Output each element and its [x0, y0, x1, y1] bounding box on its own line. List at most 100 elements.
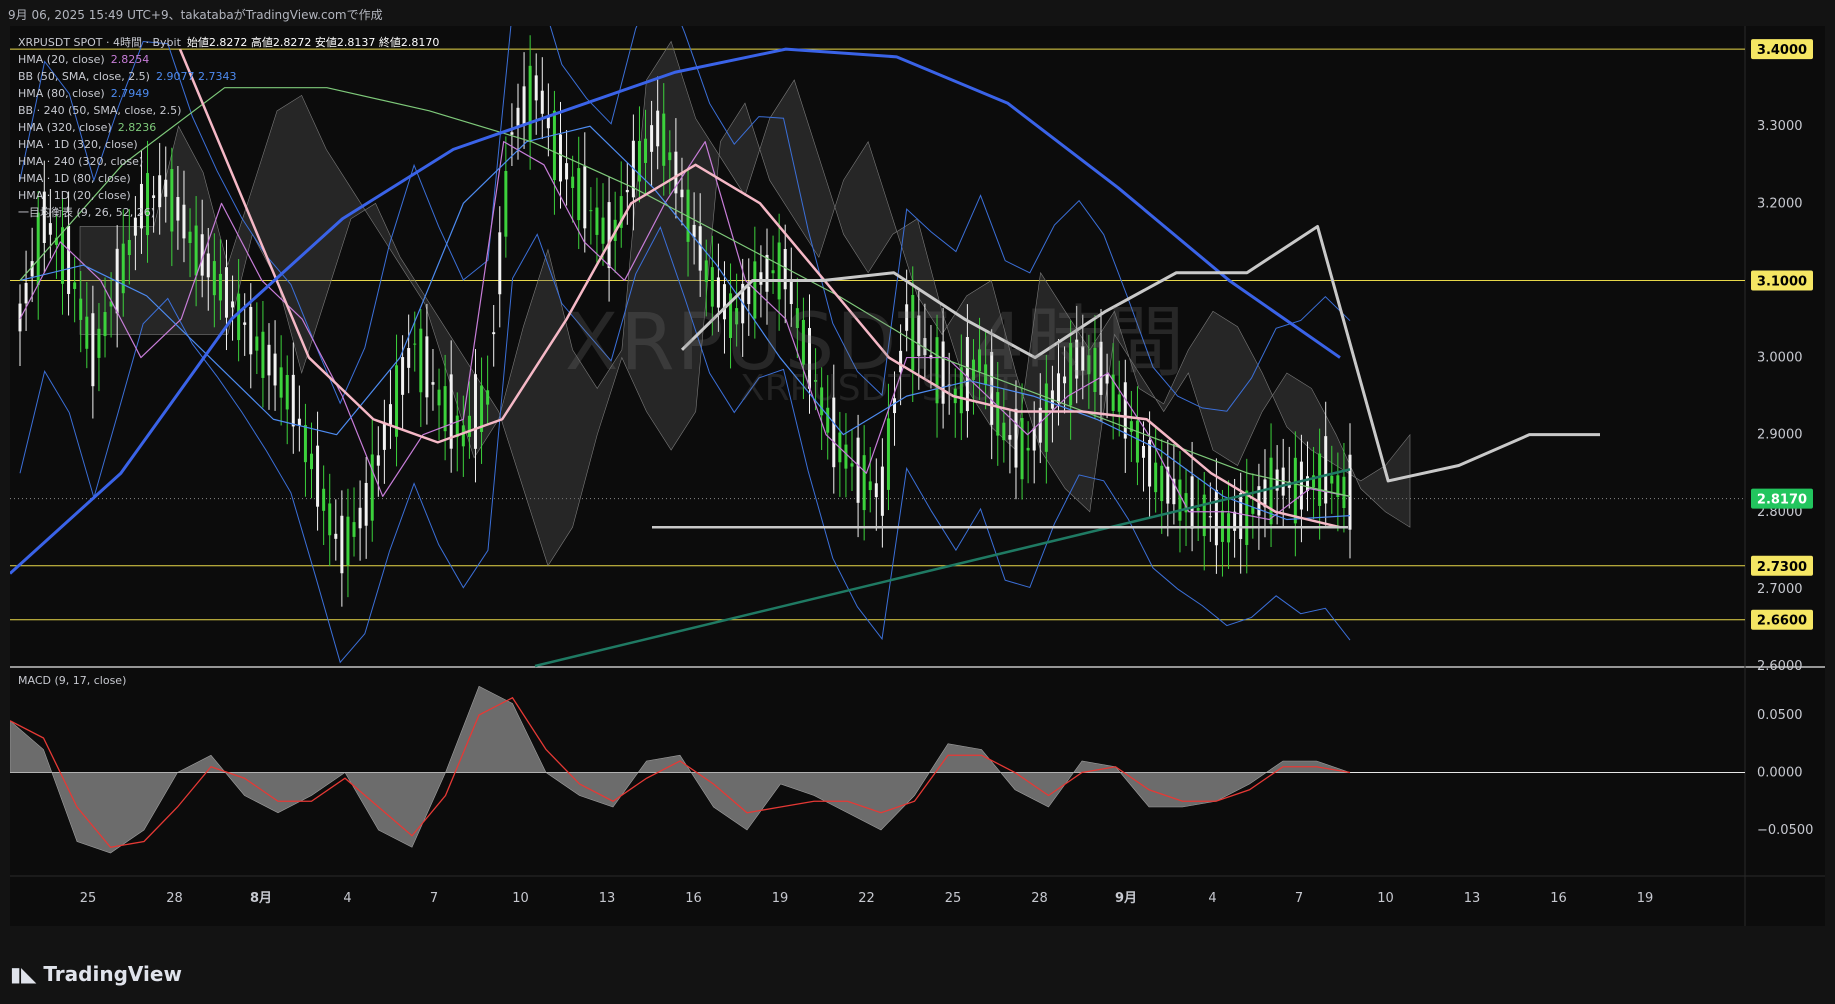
candle-body [1178, 479, 1182, 521]
candle-body [48, 223, 52, 235]
legend-row[interactable]: HMA (20, close) 2.8254 [18, 51, 439, 68]
candle-body [1196, 508, 1200, 511]
candle-body [668, 152, 672, 161]
candle-body [419, 328, 423, 393]
candle-body [346, 516, 350, 566]
watermark-sub: XRPUSDT SPOT [740, 368, 1017, 409]
candle-body [303, 425, 307, 463]
legend-label: XRPUSDT SPOT · 4時間 · Bybit [18, 36, 181, 49]
legend-label: HMA · 240 (320, close) [18, 155, 144, 168]
legend-row[interactable]: HMA · 240 (320, close) [18, 153, 439, 170]
candle-body [127, 239, 131, 256]
candle-body [328, 503, 332, 536]
candle-body [310, 453, 314, 470]
tradingview-logo-icon: ▮◣ [10, 962, 37, 986]
candle-body [85, 316, 89, 349]
candle-body [565, 163, 569, 180]
candle-body [103, 312, 107, 337]
candle-body [443, 386, 447, 432]
legend-row[interactable]: 一目均衡表 (9, 26, 52, 26) [18, 204, 439, 221]
macd-histogram [9, 685, 1351, 854]
time-axis-label: 13 [599, 891, 616, 906]
legend-row[interactable]: HMA (320, close) 2.8236 [18, 119, 439, 136]
candle-body [97, 328, 101, 358]
candle-body [662, 113, 666, 166]
price-axis-tick: 3.0000 [1757, 351, 1803, 366]
candle-body [1214, 489, 1218, 546]
candle-body [437, 389, 441, 406]
candle-body [656, 110, 660, 147]
legend-label: HMA · 1D (80, close) [18, 172, 131, 185]
candle-body [291, 374, 295, 427]
candle-body [1038, 407, 1042, 443]
candle-body [844, 444, 848, 469]
candle-body [680, 189, 684, 198]
candle-body [1342, 476, 1346, 509]
macd-label: MACD (9, 17, close) [18, 674, 127, 687]
candle-body [595, 207, 599, 235]
candle-body [516, 107, 520, 126]
time-axis-label: 28 [166, 891, 183, 906]
legend-row[interactable]: HMA (80, close) 2.7949 [18, 85, 439, 102]
price-axis-tick: 2.6000 [1757, 659, 1803, 674]
candle-body [79, 298, 83, 320]
candle-body [413, 343, 417, 345]
candle-body [73, 282, 77, 289]
candle-body [261, 331, 265, 378]
candle-body [1135, 420, 1139, 463]
legend-row[interactable]: BB · 240 (50, SMA, close, 2.5) [18, 102, 439, 119]
legend-row[interactable]: HMA · 1D (320, close) [18, 136, 439, 153]
candle-body [194, 225, 198, 276]
candle-body [1154, 462, 1158, 493]
macd-axis-tick: −0.0500 [1757, 823, 1813, 838]
candle-body [382, 423, 386, 450]
legend-label: BB (50, SMA, close, 2.5) [18, 70, 150, 83]
price-tag-label: 2.8170 [1757, 493, 1807, 508]
candle-body [1202, 494, 1206, 537]
candle-body [1014, 408, 1018, 468]
candle-body [589, 210, 593, 212]
candle-body [1208, 516, 1212, 518]
price-axis-tick: 3.3000 [1757, 119, 1803, 134]
legend-row[interactable]: XRPUSDT SPOT · 4時間 · Bybit 始値2.8272 高値2.8… [18, 34, 439, 51]
legend-row[interactable]: BB (50, SMA, close, 2.5) 2.9077 2.7343 [18, 68, 439, 85]
candle-body [388, 404, 392, 426]
time-axis-label: 9月 [1115, 891, 1137, 906]
candle-body [1020, 418, 1024, 480]
legend-row[interactable]: HMA · 1D (20, close) [18, 187, 439, 204]
macd-axis-tick: 0.0500 [1757, 708, 1803, 723]
candle-body [583, 166, 587, 229]
legend-label: HMA · 1D (20, close) [18, 189, 131, 202]
candle-body [340, 515, 344, 574]
time-axis-label: 4 [1208, 891, 1216, 906]
chart-window: 9月 06, 2025 15:49 UTC+9、takatabaがTrading… [0, 0, 1835, 1004]
candle-body [316, 445, 320, 507]
candle-body [206, 253, 210, 278]
candle-body [868, 481, 872, 491]
legend-row[interactable]: HMA · 1D (80, close) [18, 170, 439, 187]
candle-body [334, 533, 338, 539]
candle-body [698, 226, 702, 271]
candle-body [1239, 492, 1243, 539]
time-axis-label: 4 [343, 891, 351, 906]
candle-body [279, 367, 283, 398]
candle-body [504, 170, 508, 237]
candle-body [1032, 427, 1036, 451]
candle-body [249, 306, 253, 355]
legend-label: HMA (320, close) [18, 121, 112, 134]
indicator-legend: XRPUSDT SPOT · 4時間 · Bybit 始値2.8272 高値2.8… [18, 34, 439, 221]
candle-body [1160, 465, 1164, 502]
candle-body [1117, 394, 1121, 412]
time-axis-label: 25 [945, 891, 962, 906]
candle-body [67, 226, 71, 294]
time-axis-label: 7 [430, 891, 438, 906]
candle-body [1026, 447, 1030, 451]
candle-body [1324, 436, 1328, 504]
tradingview-logo: ▮◣ TradingView [10, 962, 182, 986]
candle-body [1142, 445, 1146, 458]
candle-body [510, 132, 514, 135]
candle-body [358, 507, 362, 529]
price-tag-label: 2.7300 [1757, 560, 1807, 575]
candle-body [255, 336, 259, 351]
macd-axis-tick: 0.0000 [1757, 766, 1803, 781]
